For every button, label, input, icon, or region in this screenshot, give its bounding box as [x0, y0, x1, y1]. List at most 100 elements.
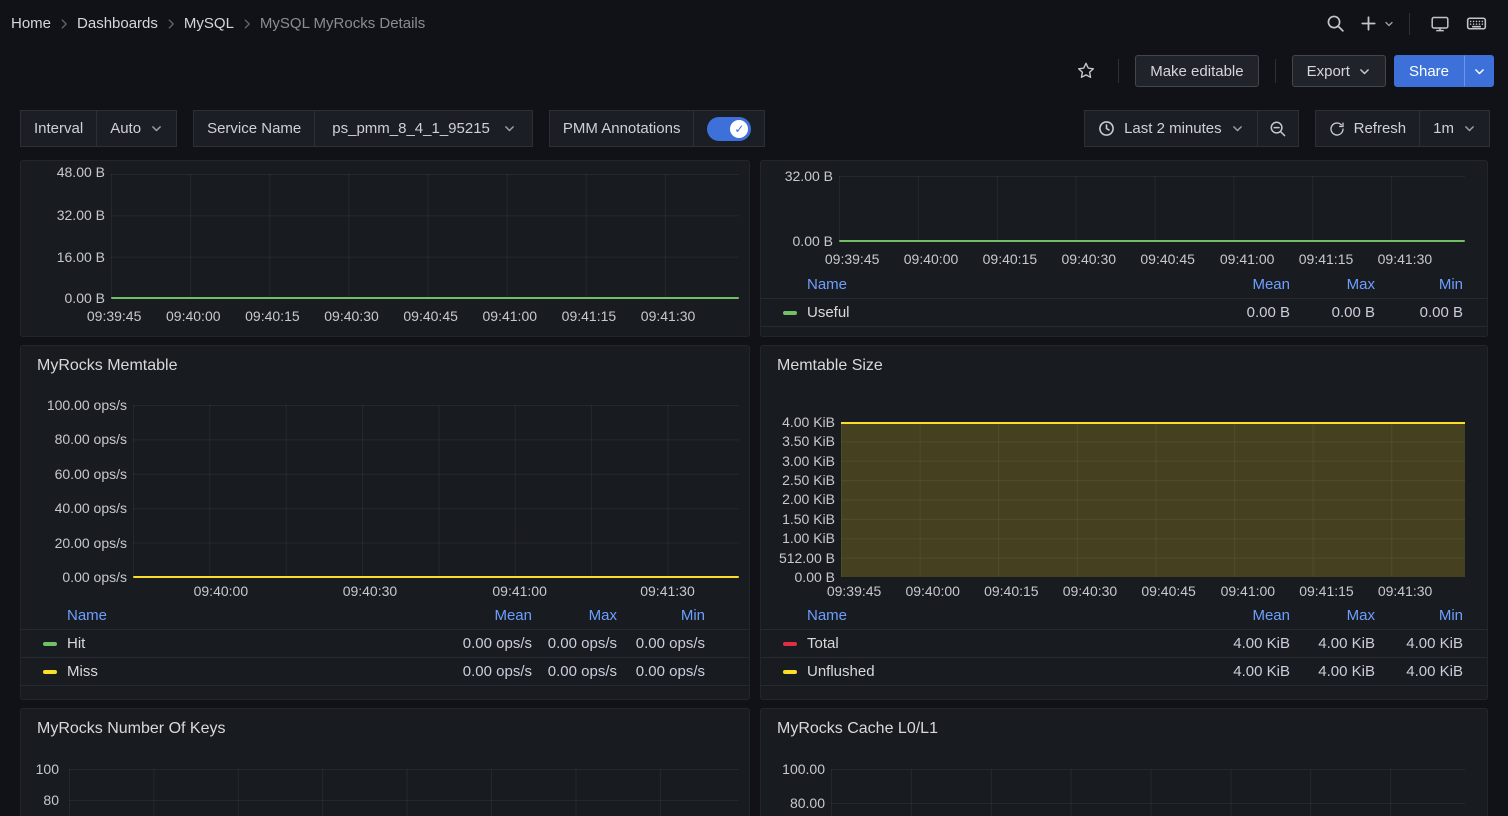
add-icon[interactable]	[1355, 8, 1381, 40]
legend-header-max[interactable]: Max	[1290, 276, 1375, 293]
series-min: 4.00 KiB	[1375, 635, 1463, 652]
search-icon[interactable]	[1319, 8, 1351, 40]
service-name-select[interactable]: ps_pmm_8_4_1_95215	[314, 110, 533, 147]
y-tick: 0.00 ops/s	[62, 569, 127, 585]
chart-plot-area[interactable]	[841, 422, 1465, 577]
y-tick: 32.00 B	[57, 207, 105, 223]
series-name[interactable]: Useful	[807, 304, 850, 321]
series-color-swatch	[43, 642, 57, 646]
series-mean: 0.00 ops/s	[412, 663, 532, 680]
panel-title[interactable]: MyRocks Number Of Keys	[21, 709, 749, 738]
breadcrumb-mysql[interactable]: MySQL	[184, 15, 234, 32]
keyboard-icon[interactable]	[1460, 8, 1492, 40]
monitor-icon[interactable]	[1424, 8, 1456, 40]
x-tick: 09:39:45	[827, 583, 882, 599]
x-tick: 09:39:45	[825, 251, 880, 267]
dashboard-panels: 48.00 B 32.00 B 16.00 B 0.00 B 09:39:45 …	[0, 157, 1508, 816]
x-tick: 09:41:15	[562, 308, 617, 324]
refresh-interval-select[interactable]: 1m	[1419, 110, 1490, 147]
x-tick: 09:40:00	[194, 583, 249, 599]
legend-header-min[interactable]: Min	[1375, 276, 1463, 293]
interval-control: Interval Auto	[20, 110, 177, 147]
x-tick: 09:40:15	[984, 583, 1039, 599]
y-axis: 100 80	[21, 709, 59, 816]
legend-header-mean[interactable]: Mean	[1170, 276, 1290, 293]
legend-header-min[interactable]: Min	[1375, 607, 1463, 624]
legend-header-mean[interactable]: Mean	[1170, 607, 1290, 624]
x-tick: 09:41:00	[1221, 583, 1276, 599]
chart-plot-area[interactable]	[831, 769, 1465, 816]
x-tick: 09:41:00	[483, 308, 538, 324]
x-tick: 09:39:45	[87, 308, 142, 324]
legend-header: Name Mean Max Min	[761, 271, 1487, 299]
x-axis: 09:40:00 09:40:30 09:41:00 09:41:30	[133, 583, 739, 600]
legend: Name Mean Max Min Hit 0.00 ops/s 0.00 op…	[21, 602, 749, 686]
chevron-down-icon	[150, 122, 163, 135]
chart-plot-area[interactable]	[69, 769, 739, 816]
panel-myrocks-number-of-keys: MyRocks Number Of Keys 100 80	[20, 708, 750, 816]
panel-title[interactable]: MyRocks Memtable	[21, 346, 749, 375]
series-name[interactable]: Unflushed	[807, 663, 875, 680]
x-tick: 09:40:45	[1140, 251, 1195, 267]
share-button[interactable]: Share	[1394, 55, 1464, 87]
star-icon[interactable]	[1070, 55, 1102, 87]
y-tick: 3.50 KiB	[782, 433, 835, 449]
make-editable-button[interactable]: Make editable	[1135, 55, 1258, 87]
y-tick: 40.00 ops/s	[55, 500, 127, 516]
legend-row: Unflushed 4.00 KiB 4.00 KiB 4.00 KiB	[761, 658, 1487, 686]
panel-row-2: MyRocks Memtable 100.00 ops/s 80.00 ops/…	[20, 345, 1488, 700]
y-tick: 100.00 ops/s	[47, 397, 127, 413]
legend-header-name[interactable]: Name	[783, 276, 1170, 293]
legend-header-max[interactable]: Max	[1290, 607, 1375, 624]
series-min: 0.00 ops/s	[617, 635, 705, 652]
pmm-annotations-toggle[interactable]: ✓	[707, 117, 751, 141]
legend-row: Total 4.00 KiB 4.00 KiB 4.00 KiB	[761, 630, 1487, 658]
chart-plot-area[interactable]	[133, 405, 739, 577]
legend: Name Mean Max Min Total 4.00 KiB 4.00 Ki…	[761, 602, 1487, 686]
legend-header-mean[interactable]: Mean	[412, 607, 532, 624]
y-tick: 100.00	[782, 761, 825, 777]
refresh-button[interactable]: Refresh	[1315, 110, 1421, 147]
y-tick: 80.00 ops/s	[55, 431, 127, 447]
export-button[interactable]: Export	[1292, 55, 1386, 87]
refresh-control: Refresh 1m	[1315, 110, 1490, 147]
legend-row: Useful 0.00 B 0.00 B 0.00 B	[761, 299, 1487, 327]
y-tick: 2.00 KiB	[782, 491, 835, 507]
interval-select[interactable]: Auto	[96, 110, 177, 147]
panel-top-left: 48.00 B 32.00 B 16.00 B 0.00 B 09:39:45 …	[20, 160, 750, 337]
pmm-annotations-label: PMM Annotations	[549, 110, 695, 147]
chart-plot-area[interactable]	[839, 176, 1465, 241]
x-tick: 09:41:30	[1378, 583, 1433, 599]
x-axis: 09:39:45 09:40:00 09:40:15 09:40:30 09:4…	[839, 251, 1465, 268]
panel-title[interactable]: Memtable Size	[761, 346, 1487, 375]
x-tick: 09:40:00	[905, 583, 960, 599]
x-tick: 09:40:00	[166, 308, 221, 324]
interval-label: Interval	[20, 110, 97, 147]
breadcrumb-home[interactable]: Home	[11, 15, 51, 32]
service-name-label: Service Name	[193, 110, 315, 147]
legend-header-min[interactable]: Min	[617, 607, 705, 624]
share-dropdown-button[interactable]	[1464, 55, 1494, 87]
y-tick: 0.00 B	[65, 290, 105, 306]
panel-row-1: 48.00 B 32.00 B 16.00 B 0.00 B 09:39:45 …	[20, 160, 1488, 337]
breadcrumb-dashboards[interactable]: Dashboards	[77, 15, 158, 32]
header-bar: Home Dashboards MySQL MySQL MyRocks Deta…	[0, 0, 1508, 47]
legend-header-name[interactable]: Name	[43, 607, 412, 624]
time-range-picker[interactable]: Last 2 minutes	[1084, 110, 1258, 147]
panel-title[interactable]: MyRocks Cache L0/L1	[761, 709, 1487, 738]
series-name[interactable]: Miss	[67, 663, 98, 680]
add-menu-button[interactable]	[1355, 8, 1395, 40]
legend-header-name[interactable]: Name	[783, 607, 1170, 624]
legend-header: Name Mean Max Min	[761, 602, 1487, 630]
pmm-annotations-toggle-cell: ✓	[693, 110, 765, 147]
series-name[interactable]: Total	[807, 635, 839, 652]
legend-header-max[interactable]: Max	[532, 607, 617, 624]
y-tick: 100	[36, 761, 59, 777]
series-name[interactable]: Hit	[67, 635, 85, 652]
zoom-out-button[interactable]	[1257, 110, 1299, 147]
chart-plot-area[interactable]	[111, 174, 739, 298]
series-color-swatch	[783, 670, 797, 674]
x-tick: 09:41:30	[640, 583, 695, 599]
series-max: 0.00 ops/s	[532, 663, 617, 680]
y-tick: 512.00 B	[779, 550, 835, 566]
